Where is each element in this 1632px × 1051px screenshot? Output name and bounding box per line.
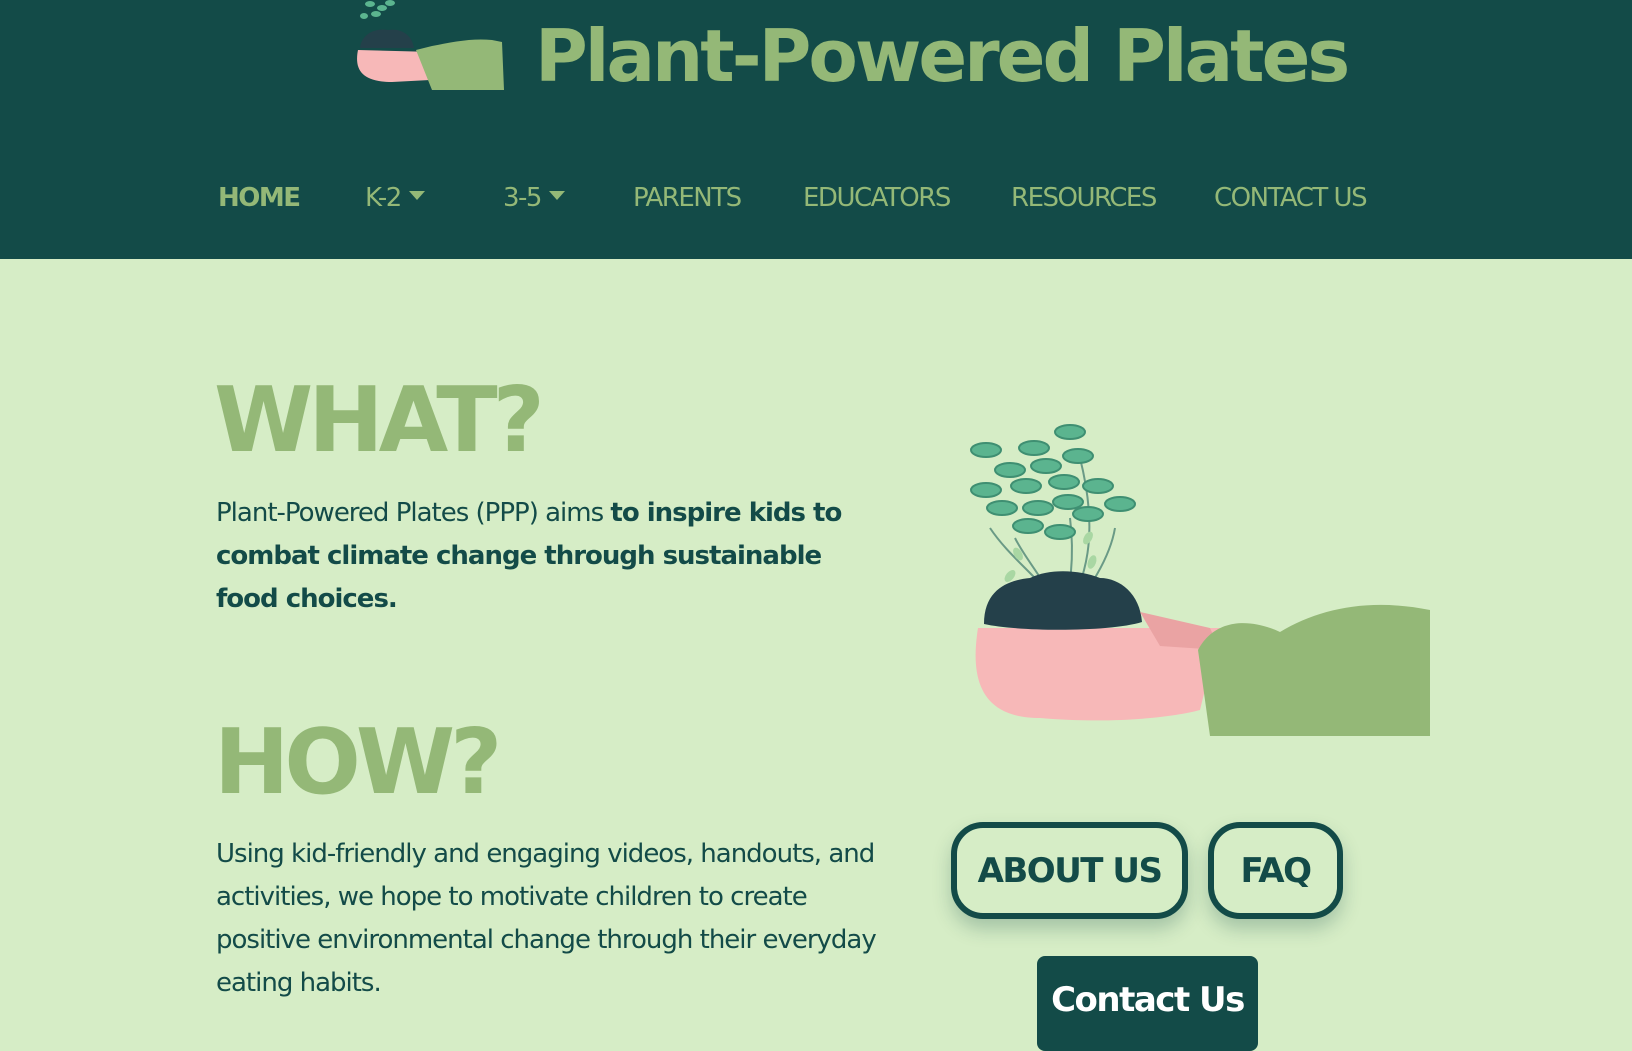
contact-us-button[interactable]: Contact Us: [1037, 956, 1258, 1051]
nav-item-contact-us[interactable]: CONTACT US: [1214, 183, 1368, 213]
nav-item-3-5[interactable]: 3-5: [503, 183, 565, 213]
what-heading: WHAT?: [214, 368, 545, 473]
nav-item-resources[interactable]: RESOURCES: [1011, 183, 1157, 213]
about-us-button[interactable]: ABOUT US: [951, 822, 1188, 919]
faq-button[interactable]: FAQ: [1208, 822, 1343, 919]
nav-item-label: K-2: [365, 183, 402, 213]
nav-item-parents[interactable]: PARENTS: [633, 183, 742, 213]
what-text-plain: Plant-Powered Plates (PPP) aims: [216, 498, 611, 528]
nav-item-k-2[interactable]: K-2: [365, 183, 425, 213]
site-header: Plant-Powered Plates HOME K-2 3-5 PARENT…: [0, 0, 1632, 259]
hand-holding-plant-logo: [357, 0, 504, 90]
how-paragraph: Using kid-friendly and engaging videos, …: [216, 839, 877, 998]
nav-item-label: 3-5: [503, 183, 542, 213]
what-paragraph: Plant-Powered Plates (PPP) aims to inspi…: [216, 492, 876, 621]
caret-down-icon: [408, 191, 425, 200]
nav-item-educators[interactable]: EDUCATORS: [803, 183, 951, 213]
how-heading: HOW?: [214, 710, 502, 815]
caret-down-icon: [548, 191, 565, 200]
site-title: Plant-Powered Plates: [535, 14, 1350, 98]
hand-holding-plant-illustration: [970, 424, 1430, 736]
nav-item-home[interactable]: HOME: [218, 183, 301, 213]
